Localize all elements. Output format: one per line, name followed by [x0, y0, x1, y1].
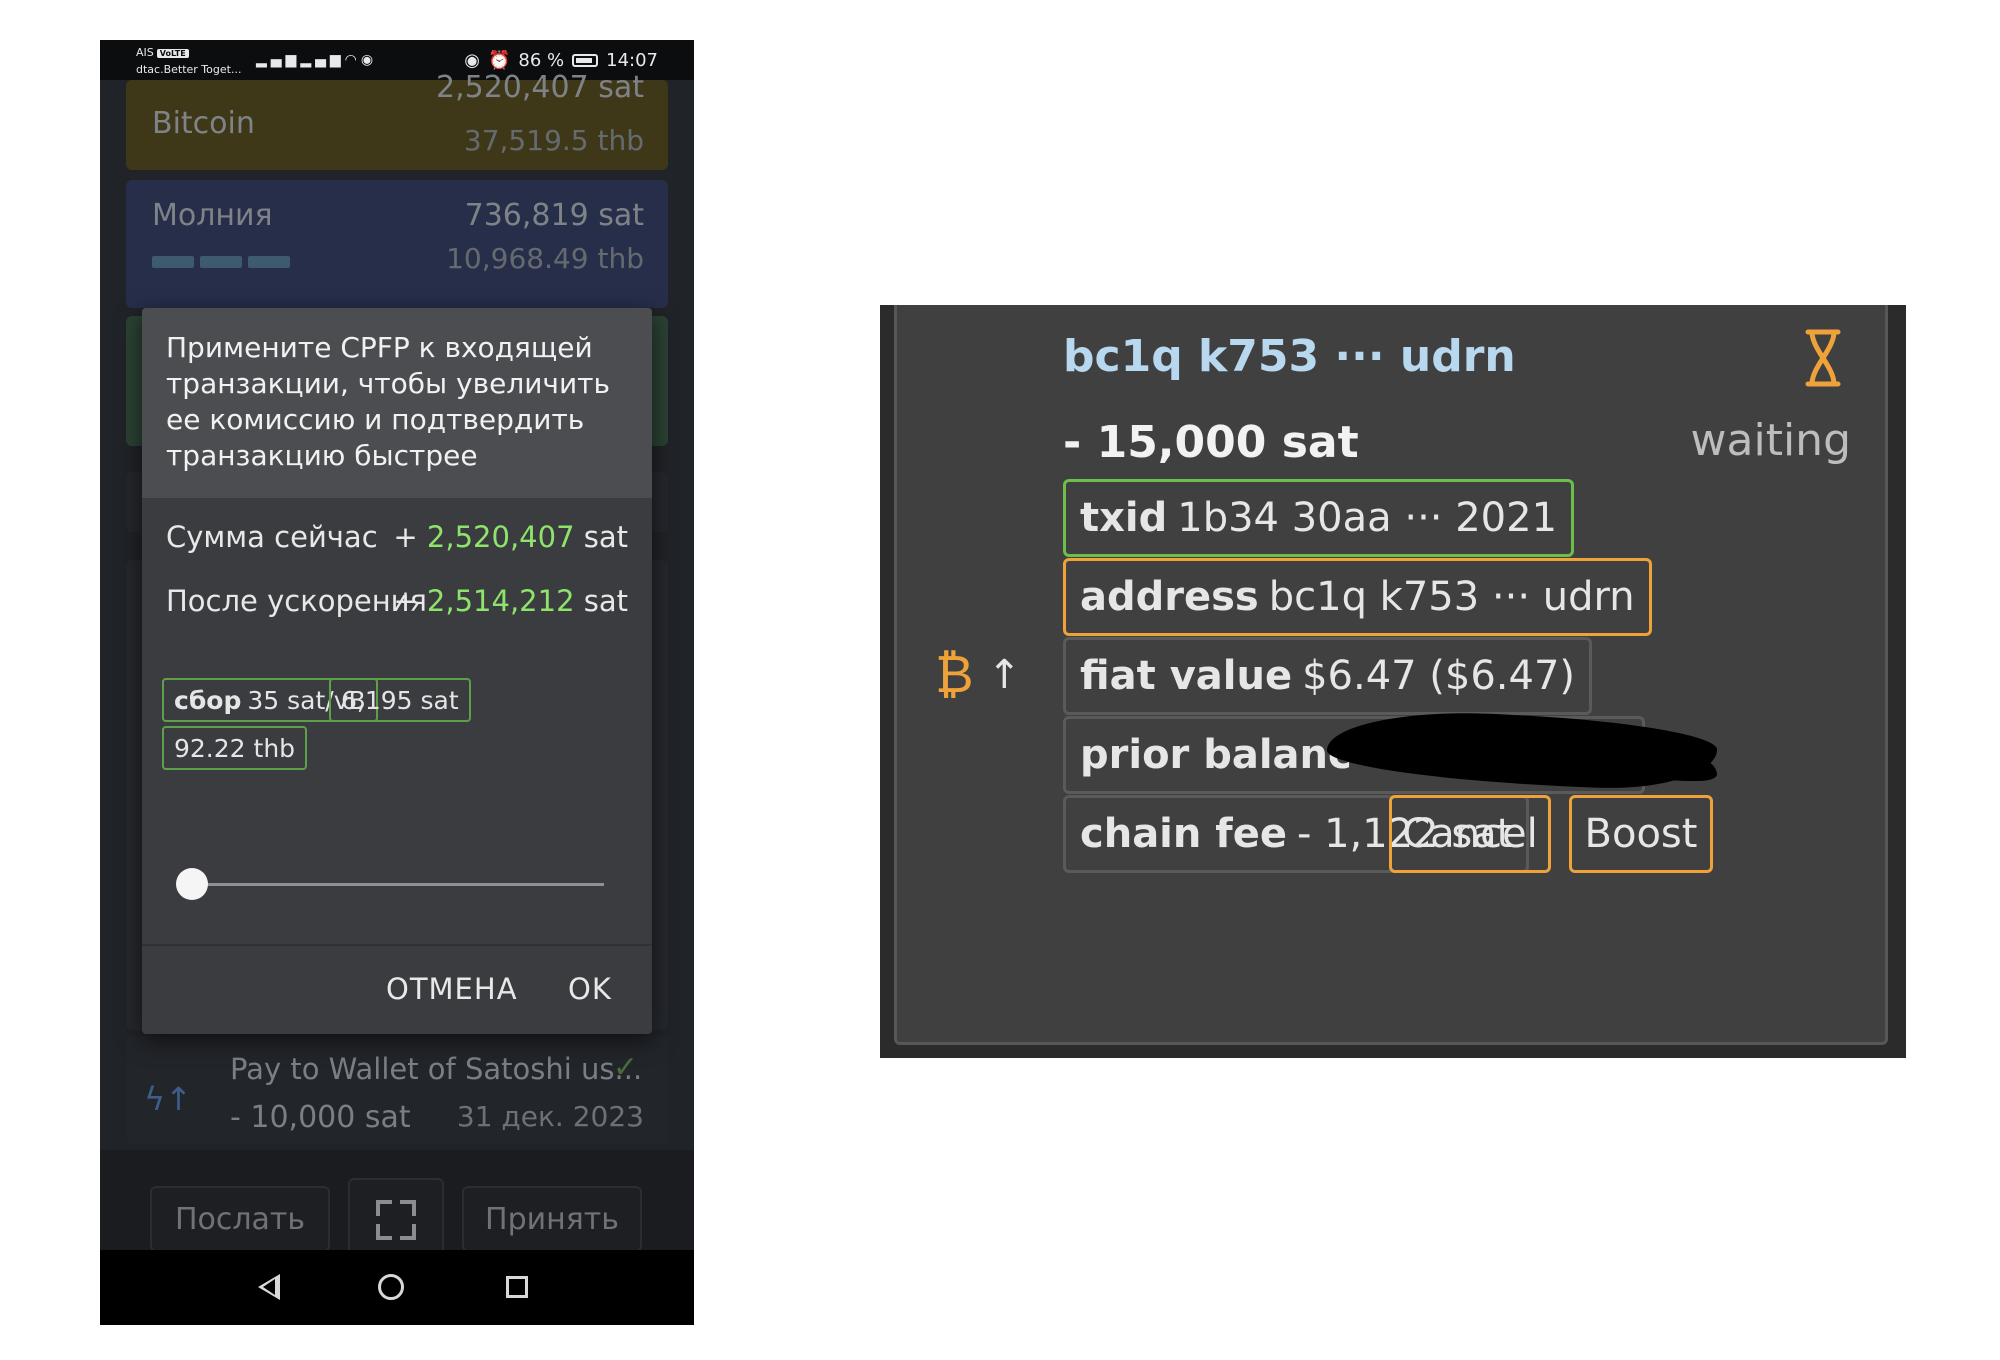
wallet-name: Молния [152, 198, 273, 233]
fee-fiat-chip: 92.22 thb [162, 726, 308, 770]
check-icon: ✓ [612, 1050, 638, 1085]
back-triangle-icon[interactable] [258, 1262, 280, 1309]
alarm-icon: ⏰ [487, 50, 511, 71]
current-amount-label: Сумма сейчас [166, 520, 378, 554]
clock: 14:07 [606, 50, 658, 71]
ok-button[interactable]: OK [568, 972, 612, 1006]
lightning-icon: ϟ↑ [144, 1080, 192, 1118]
carrier-name-secondary: dtac.Better Toget... [136, 63, 242, 76]
android-nav-bar [100, 1250, 694, 1325]
current-amount-row: Сумма сейчас + 2,520,407 sat [166, 520, 628, 554]
dialog-divider [142, 944, 652, 946]
signal-icon: ▂▄▆ [300, 52, 345, 68]
current-amount-value: + 2,520,407 sat [393, 520, 628, 554]
send-button[interactable]: Послать [150, 1186, 330, 1252]
receive-button[interactable]: Принять [462, 1186, 642, 1252]
address-tag[interactable]: address bc1q k753 ··· udrn [1063, 558, 1652, 636]
wallet-fiat: 37,519.5 thb [463, 124, 644, 157]
boost-button[interactable]: Boost [1569, 795, 1713, 873]
transaction-date: 31 дек. 2023 [456, 1100, 644, 1133]
status-right: ◉ ⏰ 86 % 14:07 [464, 50, 658, 71]
arrow-up-icon: ↑ [987, 652, 1022, 698]
transaction-status: waiting [1690, 415, 1851, 466]
wallet-amount: 2,520,407 sat [436, 70, 644, 105]
txid-tag[interactable]: txid 1b34 30aa ··· 2021 [1063, 479, 1575, 557]
transaction-card: bc1q k753 ··· udrn - 15,000 sat waiting … [894, 305, 1888, 1045]
transaction-detail-panel: bc1q k753 ··· udrn - 15,000 sat waiting … [880, 305, 1906, 1058]
transaction-amount: - 15,000 sat [1063, 417, 1359, 468]
wallet-name: Bitcoin [152, 106, 255, 141]
transaction-type-icons: ₿ ↑ [935, 645, 1021, 705]
phone-screenshot: AIS VoLTE dtac.Better Toget... ▂▄▆▂▄▆◠◉ ◉… [100, 40, 694, 1325]
cancel-button[interactable]: Cancel [1389, 795, 1551, 873]
signal-icon: ▂▄▆ [256, 52, 301, 68]
after-boost-row: После ускорения + 2,514,212 sat [166, 584, 628, 618]
fee-slider-track[interactable] [192, 883, 604, 886]
dialog-header: Примените CPFP к входящей транзакции, чт… [142, 308, 652, 498]
transaction-amount: - 10,000 sat [230, 1100, 411, 1135]
eye-icon: ◉ [464, 50, 480, 71]
after-boost-value: + 2,514,212 sat [393, 584, 628, 618]
cpfp-dialog: Примените CPFP к входящей транзакции, чт… [142, 308, 652, 1034]
bottom-action-bar: Послать Принять [100, 1150, 694, 1262]
transaction-row[interactable]: ϟ↑ Pay to Wallet of Satoshi us... ✓ - 10… [126, 1036, 668, 1144]
volte-badge: VoLTE [156, 49, 189, 58]
cancel-button[interactable]: ОТМЕНА [386, 972, 518, 1006]
wifi-icon: ◠ [344, 52, 361, 68]
bitcoin-balance-card[interactable]: Bitcoin 2,520,407 sat 37,519.5 thb [126, 70, 668, 170]
battery-icon [572, 54, 599, 67]
home-circle-icon[interactable] [378, 1262, 404, 1309]
lightning-channel-bar [152, 256, 290, 268]
battery-percent: 86 % [518, 50, 565, 71]
recent-square-icon[interactable] [506, 1262, 528, 1307]
transaction-address-title: bc1q k753 ··· udrn [1063, 331, 1516, 382]
fee-sat-chip: 6,195 sat [329, 678, 471, 722]
fee-slider-thumb[interactable] [176, 868, 208, 900]
bitcoin-icon: ₿ [935, 645, 974, 705]
dialog-message: Примените CPFP к входящей транзакции, чт… [166, 331, 610, 472]
fiat-value-tag: fiat value $6.47 ($6.47) [1063, 637, 1593, 715]
transaction-title: Pay to Wallet of Satoshi us... [230, 1052, 643, 1086]
after-boost-label: После ускорения [166, 584, 427, 618]
signal-icons: ▂▄▆▂▄▆◠◉ [256, 52, 377, 68]
sync-icon: ◉ [360, 52, 378, 68]
qr-scan-icon [376, 1200, 416, 1240]
lightning-balance-card[interactable]: Молния 736,819 sat 10,968.49 thb [126, 180, 668, 308]
hourglass-icon [1805, 329, 1841, 387]
carrier-name: AIS VoLTE [136, 46, 189, 59]
wallet-amount: 736,819 sat [464, 198, 644, 233]
wallet-fiat: 10,968.49 thb [446, 242, 644, 275]
